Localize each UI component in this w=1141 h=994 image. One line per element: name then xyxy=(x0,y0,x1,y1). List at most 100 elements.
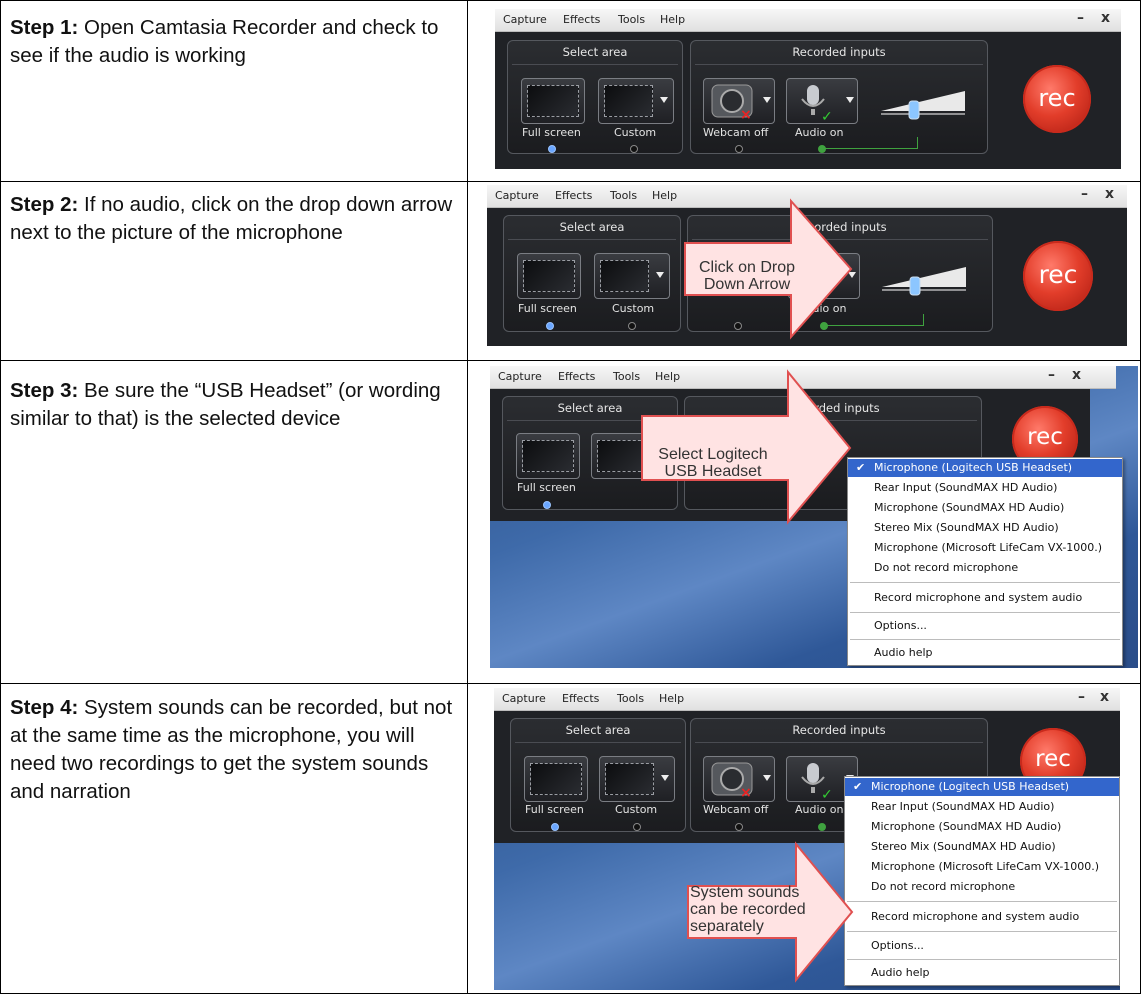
menu-item-label: Stereo Mix (SoundMAX HD Audio) xyxy=(874,521,1059,534)
minimize-button[interactable]: – xyxy=(1077,10,1084,26)
chevron-down-icon xyxy=(763,775,771,781)
menu-item-label: Do not record microphone xyxy=(874,561,1019,574)
custom-area-icon xyxy=(605,763,654,795)
menu-item-rear-input[interactable]: Rear Input (SoundMAX HD Audio) xyxy=(845,798,1119,816)
menu-item-stereo-mix[interactable]: Stereo Mix (SoundMAX HD Audio) xyxy=(845,838,1119,856)
menu-separator xyxy=(850,582,1120,583)
menu-separator xyxy=(850,639,1120,640)
full-screen-icon xyxy=(527,85,579,117)
menu-item-rear-input[interactable]: Rear Input (SoundMAX HD Audio) xyxy=(848,479,1122,497)
recorded-inputs-panel: Recorded inputs × Webcam off ✓ Audio on xyxy=(690,40,988,154)
full-screen-button[interactable] xyxy=(521,78,585,124)
menu-item-label: Microphone (Logitech USB Headset) xyxy=(871,780,1070,793)
close-button[interactable]: x xyxy=(1101,10,1110,26)
custom-button[interactable] xyxy=(598,78,674,124)
menu-tools[interactable]: Tools xyxy=(613,370,640,383)
menu-item-label: Do not record microphone xyxy=(871,880,1016,893)
audio-device-menu: ✔ Microphone (Logitech USB Headset) Rear … xyxy=(847,457,1123,666)
menu-effects[interactable]: Effects xyxy=(563,13,600,26)
record-button[interactable]: rec xyxy=(1023,241,1093,311)
menu-separator xyxy=(847,931,1117,932)
step-label: Step 3: xyxy=(10,379,79,402)
minimize-button[interactable]: – xyxy=(1048,367,1055,383)
menu-capture[interactable]: Capture xyxy=(502,692,546,705)
menu-separator xyxy=(850,612,1120,613)
menu-item-label: Options... xyxy=(871,939,924,952)
step-2-text: Step 2: If no audio, click on the drop d… xyxy=(10,191,460,247)
step-1-text: Step 1: Open Camtasia Recorder and check… xyxy=(10,14,460,70)
menu-item-record-both[interactable]: Record microphone and system audio xyxy=(845,908,1119,926)
record-label: rec xyxy=(1038,260,1078,289)
custom-button[interactable] xyxy=(594,253,670,299)
close-button[interactable]: x xyxy=(1100,689,1109,705)
panel-title: Select area xyxy=(565,723,631,737)
menu-item-audio-help[interactable]: Audio help xyxy=(845,964,1119,982)
table-border xyxy=(0,0,1141,1)
menu-item-logitech[interactable]: ✔ Microphone (Logitech USB Headset) xyxy=(845,778,1119,796)
volume-slider[interactable] xyxy=(879,87,969,123)
menu-item-soundmax-mic[interactable]: Microphone (SoundMAX HD Audio) xyxy=(845,818,1119,836)
menu-effects[interactable]: Effects xyxy=(562,692,599,705)
menu-item-label: Microphone (Microsoft LifeCam VX-1000.) xyxy=(874,541,1103,554)
menu-tools[interactable]: Tools xyxy=(617,692,644,705)
selected-indicator xyxy=(551,823,559,831)
menu-item-no-mic[interactable]: Do not record microphone xyxy=(845,878,1119,896)
table-border xyxy=(0,0,1,994)
menu-tools[interactable]: Tools xyxy=(610,189,637,202)
menu-effects[interactable]: Effects xyxy=(558,370,595,383)
custom-button[interactable] xyxy=(599,756,675,802)
menu-separator xyxy=(847,901,1117,902)
menu-capture[interactable]: Capture xyxy=(495,189,539,202)
menu-item-label: Options... xyxy=(874,619,927,632)
record-label: rec xyxy=(1035,746,1071,772)
menu-item-options[interactable]: Options... xyxy=(845,937,1119,955)
menu-help[interactable]: Help xyxy=(659,692,684,705)
select-area-panel: Select area Full screen Custom xyxy=(507,40,683,154)
custom-label: Custom xyxy=(612,302,655,315)
custom-area-icon xyxy=(600,260,649,292)
step-label: Step 2: xyxy=(10,193,79,216)
audio-link-line xyxy=(917,137,918,149)
volume-slider[interactable] xyxy=(880,263,970,299)
menu-capture[interactable]: Capture xyxy=(503,13,547,26)
checkmark-icon: ✔ xyxy=(856,461,866,474)
full-screen-icon xyxy=(530,763,582,795)
full-screen-button[interactable] xyxy=(524,756,588,802)
menu-item-label: Microphone (SoundMAX HD Audio) xyxy=(871,820,1062,833)
menu-item-audio-help[interactable]: Audio help xyxy=(848,644,1122,662)
menu-item-lifecam[interactable]: Microphone (Microsoft LifeCam VX-1000.) xyxy=(845,858,1119,876)
webcam-icon: × xyxy=(711,762,753,801)
table-border xyxy=(0,683,1141,684)
table-border xyxy=(0,360,1141,361)
minimize-button[interactable]: – xyxy=(1081,186,1088,202)
record-button[interactable]: rec xyxy=(1023,65,1091,133)
menu-help[interactable]: Help xyxy=(660,13,685,26)
selected-indicator xyxy=(543,501,551,509)
menu-capture[interactable]: Capture xyxy=(498,370,542,383)
menu-item-no-mic[interactable]: Do not record microphone xyxy=(848,559,1122,577)
menu-item-lifecam[interactable]: Microphone (Microsoft LifeCam VX-1000.) xyxy=(848,539,1122,557)
menu-item-record-both[interactable]: Record microphone and system audio xyxy=(848,589,1122,607)
menu-item-soundmax-mic[interactable]: Microphone (SoundMAX HD Audio) xyxy=(848,499,1122,517)
menu-help[interactable]: Help xyxy=(652,189,677,202)
menu-item-stereo-mix[interactable]: Stereo Mix (SoundMAX HD Audio) xyxy=(848,519,1122,537)
webcam-button[interactable]: × xyxy=(703,78,775,124)
step-4-text: Step 4: System sounds can be recorded, b… xyxy=(10,694,460,806)
full-screen-button[interactable] xyxy=(517,253,581,299)
menu-item-logitech[interactable]: ✔ Microphone (Logitech USB Headset) xyxy=(848,459,1122,477)
step-3-text: Step 3: Be sure the “USB Headset” (or wo… xyxy=(10,377,460,433)
chevron-down-icon[interactable] xyxy=(846,97,854,103)
menu-bar: Capture Effects Tools Help – x xyxy=(494,688,1120,711)
full-screen-icon xyxy=(522,440,574,472)
audio-button[interactable]: ✓ xyxy=(786,78,858,124)
menu-item-options[interactable]: Options... xyxy=(848,617,1122,635)
full-screen-button[interactable] xyxy=(516,433,580,479)
custom-label: Custom xyxy=(615,803,658,816)
menu-effects[interactable]: Effects xyxy=(555,189,592,202)
menu-tools[interactable]: Tools xyxy=(618,13,645,26)
close-button[interactable]: x xyxy=(1072,367,1081,383)
close-button[interactable]: x xyxy=(1105,186,1114,202)
minimize-button[interactable]: – xyxy=(1078,689,1085,705)
webcam-button[interactable]: × xyxy=(703,756,775,802)
record-label: rec xyxy=(1038,84,1076,112)
